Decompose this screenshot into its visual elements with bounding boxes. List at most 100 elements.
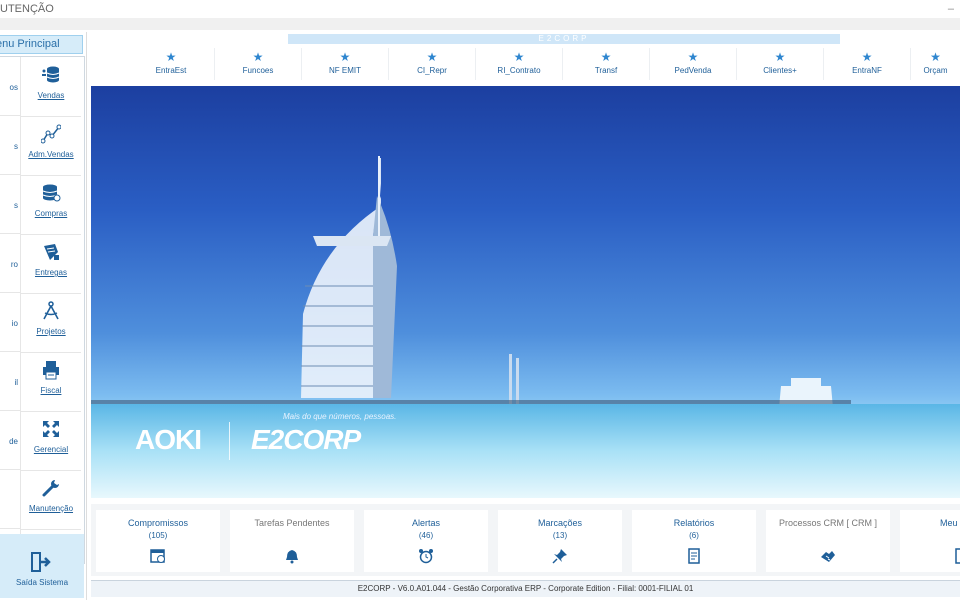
menu-projetos[interactable]: Projetos xyxy=(21,293,81,353)
left-cell-label: ro xyxy=(10,260,18,269)
shortcut-label: EntraEst xyxy=(155,66,187,75)
expand-arrows-icon xyxy=(43,421,59,437)
left-cell-label: s xyxy=(14,201,18,210)
shortcut-entranf[interactable]: ★ EntraNF xyxy=(824,48,911,80)
toolbar-separator xyxy=(0,18,960,30)
menu-manutencao[interactable]: Manutenção xyxy=(21,470,81,530)
star-icon: ★ xyxy=(600,50,612,64)
status-bar: E2CORP - V6.0.A01.044 - Gestão Corporati… xyxy=(91,580,960,597)
exit-button[interactable]: Saída Sistema xyxy=(0,534,84,598)
menu-label: Fiscal xyxy=(40,386,62,395)
brand-bar: E2CORP xyxy=(288,34,840,44)
minimize-button[interactable]: – xyxy=(948,0,954,18)
menu-label: Entregas xyxy=(34,268,68,277)
tile-count: (105) xyxy=(148,531,168,540)
tile-processos-crm[interactable]: Processos CRM [ CRM ] xyxy=(766,510,890,572)
shortcut-ri-contrato[interactable]: ★ RI_Contrato xyxy=(476,48,563,80)
shortcut-bar: ★ EntraEst ★ Funcoes ★ NF EMIT ★ CI_Repr ★ RI… xyxy=(128,48,960,80)
shortcut-orcam[interactable]: ★ Orçam xyxy=(911,48,960,80)
report-icon xyxy=(688,548,700,564)
star-icon: ★ xyxy=(513,50,525,64)
star-icon: ★ xyxy=(861,50,873,64)
menu-entregas[interactable]: Entregas xyxy=(21,234,81,294)
window-title: UTENÇÃO xyxy=(0,3,54,15)
tile-label: Tarefas Pendentes xyxy=(254,518,330,528)
tile-label: Marcações xyxy=(537,518,582,528)
star-icon: ★ xyxy=(339,50,351,64)
left-cell-label: io xyxy=(11,319,18,328)
compass-icon xyxy=(43,301,59,320)
sidebar-header: enu Principal xyxy=(0,35,83,54)
tile-label: Meu xyxy=(940,518,958,528)
database-icon xyxy=(42,184,61,202)
document-icon xyxy=(955,548,960,564)
tile-alertas[interactable]: Alertas (46) xyxy=(364,510,488,572)
menu-label: Projetos xyxy=(36,327,66,336)
left-cell-4[interactable]: ro xyxy=(0,234,20,293)
shortcut-label: PedVenda xyxy=(674,66,712,75)
star-icon: ★ xyxy=(930,50,941,64)
tile-count: (46) xyxy=(418,531,434,540)
star-icon: ★ xyxy=(687,50,699,64)
tile-compromissos[interactable]: Compromissos (105) xyxy=(96,510,220,572)
tile-marcacoes[interactable]: Marcações (13) xyxy=(498,510,622,572)
printer-icon xyxy=(43,361,59,380)
menu-fiscal[interactable]: Fiscal xyxy=(21,352,81,412)
shortcut-label: EntraNF xyxy=(852,66,882,75)
left-cell-2[interactable]: s xyxy=(0,116,20,175)
wrench-icon xyxy=(42,480,59,497)
handshake-icon xyxy=(821,551,835,562)
tile-count: (13) xyxy=(552,531,568,540)
left-cell-7[interactable]: de xyxy=(0,411,20,470)
menu-label: Gerencial xyxy=(33,445,69,454)
left-cell-3[interactable]: s xyxy=(0,175,20,234)
star-icon: ★ xyxy=(426,50,438,64)
calendar-icon xyxy=(150,549,165,563)
shortcut-label: RI_Contrato xyxy=(497,66,541,75)
shortcut-transf[interactable]: ★ Transf xyxy=(563,48,650,80)
database-icon xyxy=(42,66,60,83)
menu-compras[interactable]: Compras xyxy=(21,175,81,235)
menu-adm-vendas[interactable]: Adm.Vendas xyxy=(21,116,81,176)
star-icon: ★ xyxy=(165,50,177,64)
tile-tarefas-pendentes[interactable]: Tarefas Pendentes xyxy=(230,510,354,572)
left-cell-label: de xyxy=(9,437,18,446)
shortcut-pedvenda[interactable]: ★ PedVenda xyxy=(650,48,737,80)
sidebar-title: enu Principal xyxy=(0,38,60,50)
sidebar: enu Principal os s s ro io il de Vendas xyxy=(0,32,87,600)
shortcut-label: Clientes+ xyxy=(763,66,797,75)
tile-label: Relatórios xyxy=(673,518,715,528)
left-cell-label: s xyxy=(14,142,18,151)
dashboard-tiles: Compromissos (105) Tarefas Pendentes Ale… xyxy=(91,504,960,576)
tile-meu[interactable]: Meu xyxy=(900,510,960,572)
left-column: os s s ro io il de xyxy=(0,57,21,561)
e2corp-logo: E2CORP xyxy=(251,424,361,455)
left-cell-1[interactable]: os xyxy=(0,57,20,116)
shortcut-label: CI_Repr xyxy=(417,66,447,75)
shortcut-funcoes[interactable]: ★ Funcoes xyxy=(215,48,302,80)
star-icon: ★ xyxy=(774,50,786,64)
left-cell-6[interactable]: il xyxy=(0,352,20,411)
pin-icon xyxy=(552,549,567,564)
tile-count: (6) xyxy=(689,531,699,540)
shortcut-clientes[interactable]: ★ Clientes+ xyxy=(737,48,824,80)
shortcut-nf-emit[interactable]: ★ NF EMIT xyxy=(302,48,389,80)
alarm-clock-icon xyxy=(419,549,433,564)
menu-gerencial[interactable]: Gerencial xyxy=(21,411,81,471)
banner-tagline: Mais do que números, pessoas. xyxy=(283,412,397,421)
banner-image: Mais do que números, pessoas. AOKI E2COR… xyxy=(91,86,960,498)
menu-vendas[interactable]: Vendas xyxy=(21,57,81,117)
shortcut-entraest[interactable]: ★ EntraEst xyxy=(128,48,215,80)
tile-label: Processos CRM [ CRM ] xyxy=(778,518,877,528)
tile-relatorios[interactable]: Relatórios (6) xyxy=(632,510,756,572)
exit-label: Saída Sistema xyxy=(15,578,69,587)
menu-grid: os s s ro io il de Vendas Adm.Vendas Com… xyxy=(0,56,85,564)
title-bar: UTENÇÃO – xyxy=(0,0,960,18)
menu-label: Manutenção xyxy=(28,504,74,513)
left-cell-label: il xyxy=(14,378,18,387)
shortcut-ci-repr[interactable]: ★ CI_Repr xyxy=(389,48,476,80)
left-cell-8[interactable] xyxy=(0,470,20,529)
left-cell-5[interactable]: io xyxy=(0,293,20,352)
delivery-icon xyxy=(44,244,59,260)
tile-label: Alertas xyxy=(411,518,440,528)
